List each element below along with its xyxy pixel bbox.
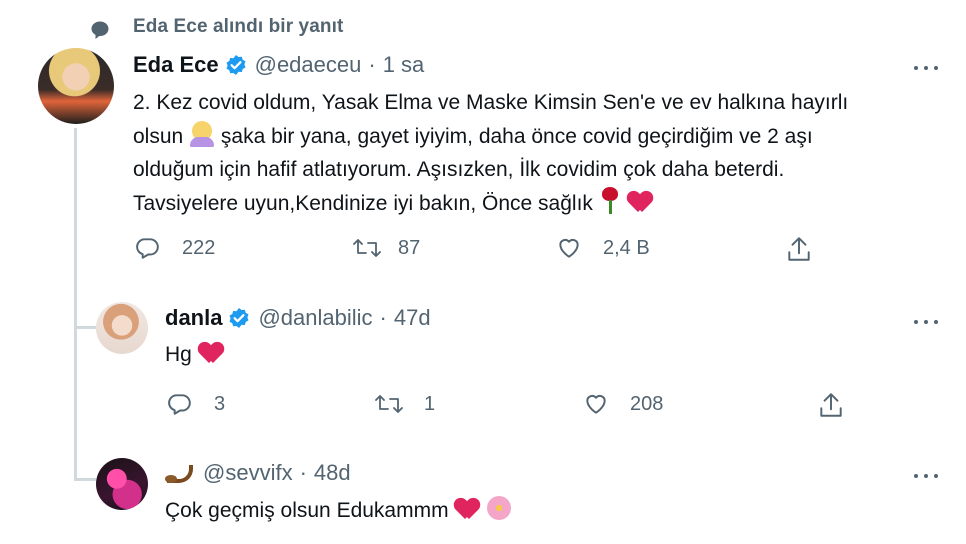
- woman-facepalming-emoji-icon: [189, 119, 215, 147]
- verified-badge-icon: [229, 308, 249, 328]
- reply-count: 3: [214, 392, 226, 415]
- like-count: 2,4 B: [603, 236, 650, 259]
- retweet-count: 1: [424, 392, 436, 415]
- author-handle[interactable]: @sevvifx: [203, 460, 293, 486]
- scorpion-emoji-icon: [165, 461, 193, 485]
- tweet-timestamp[interactable]: 47d: [394, 305, 431, 331]
- separator-dot: ·: [368, 52, 376, 77]
- author-name[interactable]: Eda Ece: [133, 52, 219, 78]
- tweet-text: 2. Kez covid oldum, Yasak Elma ve Maske …: [133, 86, 848, 220]
- tweet-line-2b: şaka bir yana, gayet iyiyim, daha önce c…: [220, 125, 813, 148]
- author-handle[interactable]: @danlabilic: [258, 305, 372, 331]
- thread-line: [74, 128, 77, 478]
- tweet-line-2a: olsun: [133, 125, 184, 148]
- reply-1-text-content: Hg: [165, 343, 192, 366]
- tweet-timestamp[interactable]: 48d: [314, 460, 351, 486]
- speech-bubble-icon: [91, 21, 109, 39]
- reply-1-text: Hg: [165, 338, 224, 371]
- tweet-line-3: olduğum için hafif atlatıyorum. Aşısızke…: [133, 158, 785, 181]
- reply-2-text-content: Çok geçmiş olsun Edukammm: [165, 499, 449, 522]
- tweet-line-2: olsun şaka bir yana, gayet iyiyim, daha …: [133, 119, 848, 153]
- avatar-eda-ece[interactable]: [38, 48, 114, 124]
- reply-icon: [168, 394, 191, 415]
- heart-with-arrow-emoji-icon: [627, 190, 653, 214]
- author-handle[interactable]: @edaeceu: [255, 52, 362, 78]
- avatar-sevvifx[interactable]: [96, 458, 148, 510]
- retweet-button[interactable]: 1: [374, 391, 435, 417]
- rose-emoji-icon: [599, 186, 621, 214]
- reply-2-header: @sevvifx · 48d: [165, 460, 351, 486]
- thread-branch-1: [74, 326, 96, 329]
- reply-icon: [136, 238, 159, 259]
- more-options-icon[interactable]: [912, 466, 942, 486]
- reply-1-header: danla @danlabilic · 47d: [165, 305, 431, 331]
- tweet-line-1: 2. Kez covid oldum, Yasak Elma ve Maske …: [133, 91, 849, 114]
- author-name[interactable]: danla: [165, 305, 222, 331]
- cherry-blossom-emoji-icon: [486, 495, 512, 521]
- beating-heart-emoji-icon: [454, 497, 480, 521]
- retweet-icon: [353, 239, 381, 257]
- like-button[interactable]: 208: [582, 391, 663, 417]
- like-icon: [586, 394, 606, 414]
- heart-with-arrow-emoji-icon: [198, 341, 224, 365]
- reply-button[interactable]: 3: [166, 391, 225, 417]
- social-context-label: Eda Ece alındı bir yanıt: [133, 16, 344, 37]
- like-button[interactable]: 2,4 B: [555, 235, 650, 261]
- more-options-icon[interactable]: [912, 58, 942, 78]
- main-tweet-header: Eda Ece @edaeceu · 1 sa: [133, 52, 424, 78]
- reply-count: 222: [182, 236, 216, 259]
- more-options-icon[interactable]: [912, 312, 942, 332]
- separator-dot: ·: [299, 460, 307, 485]
- tweet-line-4: Tavsiyelere uyun,Kendinize iyi bakın, Ön…: [133, 186, 848, 220]
- retweet-count: 87: [398, 236, 421, 259]
- share-icon[interactable]: [818, 391, 844, 419]
- avatar-danla[interactable]: [96, 302, 148, 354]
- separator-dot: ·: [379, 305, 387, 330]
- reply-button[interactable]: 222: [134, 235, 215, 261]
- verified-badge-icon: [226, 55, 246, 75]
- share-icon[interactable]: [786, 235, 812, 263]
- tweet-line-4a: Tavsiyelere uyun,Kendinize iyi bakın, Ön…: [133, 192, 593, 215]
- like-count: 208: [630, 392, 664, 415]
- retweet-button[interactable]: 87: [352, 235, 420, 261]
- retweet-icon: [375, 395, 403, 413]
- reply-2-text: Çok geçmiş olsun Edukammm: [165, 494, 512, 527]
- like-icon: [559, 238, 579, 258]
- thread-branch-2: [74, 478, 96, 481]
- tweet-timestamp[interactable]: 1 sa: [383, 52, 425, 78]
